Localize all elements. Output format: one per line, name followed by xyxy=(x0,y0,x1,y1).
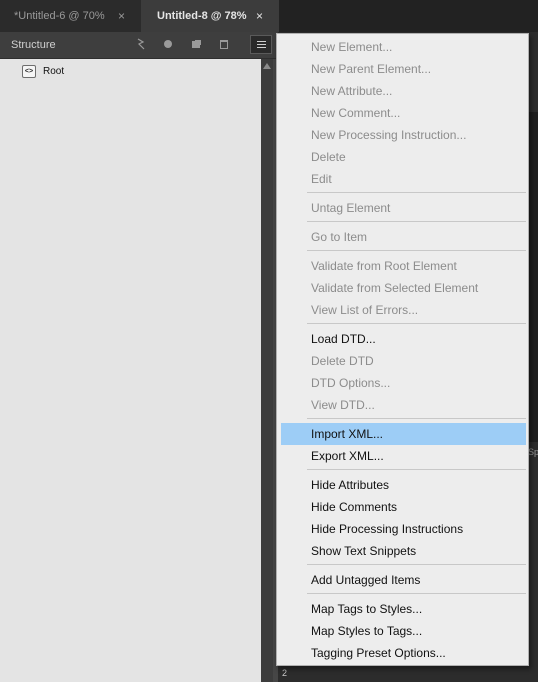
scroll-up-arrow-icon[interactable] xyxy=(263,63,271,69)
hamburger-line xyxy=(257,47,266,48)
menu-separator xyxy=(307,593,526,594)
tree-item-root[interactable]: <> Root xyxy=(22,63,64,79)
menu-item-dtd-options[interactable]: DTD Options... xyxy=(281,372,526,394)
menu-item-label: New Comment... xyxy=(311,106,401,120)
menu-item-go-to-item[interactable]: Go to Item xyxy=(281,226,526,248)
menu-item-new-comment[interactable]: New Comment... xyxy=(281,102,526,124)
menu-item-validate-from-root[interactable]: Validate from Root Element xyxy=(281,255,526,277)
menu-item-label: View List of Errors... xyxy=(311,303,419,317)
menu-item-label: Hide Processing Instructions xyxy=(311,522,464,536)
menu-item-edit[interactable]: Edit xyxy=(281,168,526,190)
structure-panel-menu: New Element... New Parent Element... New… xyxy=(276,33,529,666)
menu-item-new-element[interactable]: New Element... xyxy=(281,36,526,58)
menu-separator xyxy=(307,469,526,470)
menu-item-hide-comments[interactable]: Hide Comments xyxy=(281,496,526,518)
trash-icon[interactable] xyxy=(217,37,231,51)
menu-item-label: Delete xyxy=(311,150,346,164)
tree-item-label: Root xyxy=(43,65,65,77)
structure-tree: <> Root xyxy=(0,59,261,682)
menu-item-label: Tagging Preset Options... xyxy=(311,646,446,660)
hamburger-line xyxy=(257,44,266,45)
pasteboard-strip xyxy=(528,112,538,442)
menu-item-hide-attributes[interactable]: Hide Attributes xyxy=(281,474,526,496)
close-icon[interactable]: × xyxy=(118,9,125,23)
vertical-scrollbar[interactable] xyxy=(261,59,273,682)
menu-item-label: New Attribute... xyxy=(311,84,393,98)
menu-separator xyxy=(307,250,526,251)
menu-item-view-dtd[interactable]: View DTD... xyxy=(281,394,526,416)
tab-untitled-8[interactable]: Untitled-8 @ 78% × xyxy=(141,0,279,32)
new-element-icon[interactable] xyxy=(189,37,203,51)
menu-item-add-untagged-items[interactable]: Add Untagged Items xyxy=(281,569,526,591)
menu-item-tagging-preset-options[interactable]: Tagging Preset Options... xyxy=(281,642,526,664)
panel-menu-button[interactable] xyxy=(250,35,272,54)
snippet-icon[interactable] xyxy=(134,37,148,51)
menu-separator xyxy=(307,564,526,565)
structure-panel: Structure <> Root xyxy=(0,32,278,682)
menu-item-label: Import XML... xyxy=(311,427,384,441)
menu-item-import-xml[interactable]: Import XML... xyxy=(281,423,526,445)
menu-item-label: New Parent Element... xyxy=(311,62,432,76)
menu-item-label: Validate from Selected Element xyxy=(311,281,479,295)
menu-item-label: New Processing Instruction... xyxy=(311,128,467,142)
tab-label: Untitled-8 @ 78% xyxy=(157,10,247,22)
menu-separator xyxy=(307,323,526,324)
menu-separator xyxy=(307,221,526,222)
menu-item-label: Load DTD... xyxy=(311,332,376,346)
menu-item-show-text-snippets[interactable]: Show Text Snippets xyxy=(281,540,526,562)
menu-item-validate-from-selected[interactable]: Validate from Selected Element xyxy=(281,277,526,299)
menu-item-delete-dtd[interactable]: Delete DTD xyxy=(281,350,526,372)
document-tab-bar: *Untitled-6 @ 70% × Untitled-8 @ 78% × xyxy=(0,0,538,32)
menu-item-delete[interactable]: Delete xyxy=(281,146,526,168)
menu-item-new-parent-element[interactable]: New Parent Element... xyxy=(281,58,526,80)
menu-item-label: Hide Attributes xyxy=(311,478,390,492)
menu-item-label: Show Text Snippets xyxy=(311,544,417,558)
menu-item-map-tags-to-styles[interactable]: Map Tags to Styles... xyxy=(281,598,526,620)
menu-item-hide-processing-instructions[interactable]: Hide Processing Instructions xyxy=(281,518,526,540)
menu-item-label: Edit xyxy=(311,172,332,186)
menu-item-label: Export XML... xyxy=(311,449,384,463)
menu-item-untag-element[interactable]: Untag Element xyxy=(281,197,526,219)
menu-item-export-xml[interactable]: Export XML... xyxy=(281,445,526,467)
menu-item-label: Map Styles to Tags... xyxy=(311,624,423,638)
menu-separator xyxy=(307,192,526,193)
close-icon[interactable]: × xyxy=(256,9,263,23)
menu-item-label: View DTD... xyxy=(311,398,375,412)
menu-item-label: Map Tags to Styles... xyxy=(311,602,423,616)
menu-item-label: Add Untagged Items xyxy=(311,573,421,587)
menu-item-label: Go to Item xyxy=(311,230,368,244)
menu-item-label: Untag Element xyxy=(311,201,391,215)
partial-text: Sp xyxy=(528,447,538,457)
panel-header: Structure xyxy=(0,32,278,59)
page-number: 2 xyxy=(282,668,288,678)
element-icon: <> xyxy=(22,64,36,78)
menu-item-new-attribute[interactable]: New Attribute... xyxy=(281,80,526,102)
menu-separator xyxy=(307,418,526,419)
menu-item-label: New Element... xyxy=(311,40,393,54)
menu-item-map-styles-to-tags[interactable]: Map Styles to Tags... xyxy=(281,620,526,642)
tab-label: *Untitled-6 @ 70% xyxy=(14,10,105,22)
menu-item-label: Delete DTD xyxy=(311,354,374,368)
menu-item-load-dtd[interactable]: Load DTD... xyxy=(281,328,526,350)
menu-item-label: Validate from Root Element xyxy=(311,259,457,273)
menu-item-label: DTD Options... xyxy=(311,376,391,390)
hamburger-line xyxy=(257,41,266,42)
menu-item-view-list-of-errors[interactable]: View List of Errors... xyxy=(281,299,526,321)
menu-item-label: Hide Comments xyxy=(311,500,398,514)
tab-untitled-6[interactable]: *Untitled-6 @ 70% × xyxy=(0,0,141,32)
circle-icon[interactable] xyxy=(161,37,175,51)
panel-title: Structure xyxy=(11,39,56,51)
menu-item-new-processing-instruction[interactable]: New Processing Instruction... xyxy=(281,124,526,146)
